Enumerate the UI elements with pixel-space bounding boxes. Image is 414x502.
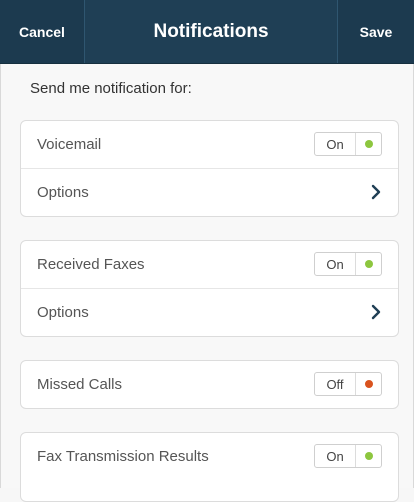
- chevron-right-icon: [371, 184, 381, 200]
- nav-bar: Cancel Notifications Save: [0, 0, 414, 64]
- fax-transmission-card: Fax Transmission Results On: [20, 432, 399, 502]
- options-label: Options: [37, 304, 89, 321]
- chevron-right-icon: [371, 304, 381, 320]
- cancel-button[interactable]: Cancel: [0, 0, 85, 63]
- toggle-state-label: On: [315, 253, 356, 275]
- missed-calls-row: Missed Calls Off: [21, 361, 398, 408]
- save-button[interactable]: Save: [337, 0, 414, 63]
- received-faxes-row: Received Faxes On: [21, 241, 398, 288]
- status-dot-on: [364, 260, 373, 268]
- voicemail-row: Voicemail On: [21, 121, 398, 168]
- options-label: Options: [37, 184, 89, 201]
- page-title: Notifications: [153, 20, 269, 42]
- toggle-state-label: Off: [315, 373, 356, 395]
- missed-calls-card: Missed Calls Off: [20, 360, 399, 409]
- intro-text: Send me notification for:: [30, 80, 192, 97]
- fax-transmission-row: Fax Transmission Results On: [21, 433, 398, 480]
- missed-calls-label: Missed Calls: [37, 376, 123, 393]
- status-dot-off: [364, 380, 373, 388]
- toggle-state-label: On: [315, 445, 356, 467]
- received-faxes-label: Received Faxes: [37, 256, 145, 273]
- fax-transmission-label: Fax Transmission Results: [37, 448, 209, 465]
- voicemail-toggle[interactable]: On: [314, 132, 382, 156]
- missed-calls-toggle[interactable]: Off: [314, 372, 382, 396]
- voicemail-options-row[interactable]: Options: [21, 168, 398, 216]
- toggle-state-label: On: [315, 133, 356, 155]
- status-dot-on: [364, 452, 373, 460]
- fax-transmission-toggle[interactable]: On: [314, 444, 382, 468]
- voicemail-card: Voicemail On Options: [20, 120, 399, 217]
- received-faxes-card: Received Faxes On Options: [20, 240, 399, 337]
- status-dot-on: [364, 140, 373, 148]
- received-faxes-toggle[interactable]: On: [314, 252, 382, 276]
- voicemail-label: Voicemail: [37, 136, 102, 153]
- received-faxes-options-row[interactable]: Options: [21, 288, 398, 336]
